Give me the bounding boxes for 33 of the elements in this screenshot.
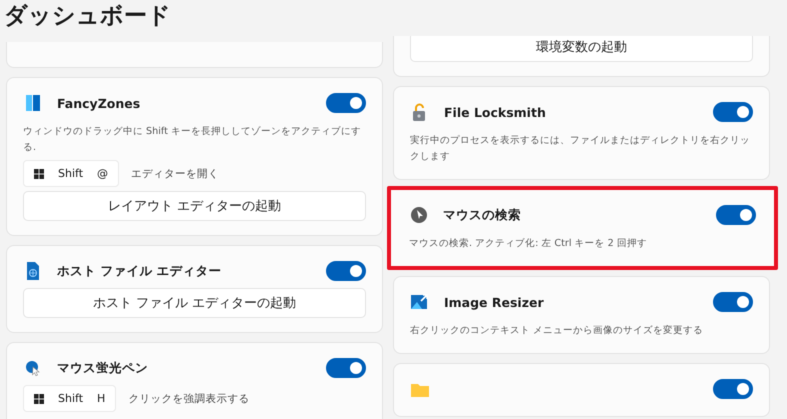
toggle-switch[interactable] xyxy=(326,93,366,113)
toggle-switch[interactable] xyxy=(713,379,753,399)
launch-button[interactable]: ホスト ファイル エディターの起動 xyxy=(23,288,366,318)
toggle-switch[interactable] xyxy=(713,292,753,312)
module-title: ホスト ファイル エディター xyxy=(57,262,223,280)
shortcut-description: エディターを開く xyxy=(131,166,220,180)
windows-key-icon xyxy=(34,394,44,404)
launch-button[interactable]: 環境変数の起動 xyxy=(410,36,753,62)
launch-button[interactable]: レイアウト エディターの起動 xyxy=(23,191,366,221)
toggle-switch[interactable] xyxy=(716,205,756,225)
key-label: H xyxy=(97,392,106,405)
module-title: File Locksmith xyxy=(444,104,547,120)
module-title: FancyZones xyxy=(57,96,142,110)
key-label: @ xyxy=(97,167,108,180)
page-title: ダッシュボード xyxy=(3,2,172,31)
windows-key-icon xyxy=(34,168,44,178)
module-description: マウスの検索. アクティブ化: 左 Ctrl キーを 2 回押す xyxy=(409,237,648,251)
key-label: Shift xyxy=(58,392,84,405)
cursor-circle-icon xyxy=(409,205,429,225)
picture-resize-icon xyxy=(410,292,430,312)
window-panels-icon xyxy=(23,93,43,113)
module-description: 右クリックのコンテキスト メニューから画像のサイズを変更する xyxy=(410,324,704,338)
module-title: マウス蛍光ペン xyxy=(57,360,149,376)
shortcut-description: クリックを強調表示する xyxy=(128,392,250,406)
pointer-highlight-icon xyxy=(23,358,43,378)
toggle-switch[interactable] xyxy=(326,358,366,378)
module-title: マウスの検索 xyxy=(443,206,522,224)
toggle-switch[interactable] xyxy=(326,261,366,281)
toggle-switch[interactable] xyxy=(713,102,753,122)
module-description: ウィンドウのドラッグ中に Shift キーを長押ししてゾーンをアクティブにする. xyxy=(23,125,362,155)
key-label: Shift xyxy=(58,167,84,180)
module-description: 実行中のプロセスを表示するには、ファイルまたはディレクトリを右クリックします xyxy=(410,134,751,164)
module-title: Image Resizer xyxy=(444,294,545,310)
